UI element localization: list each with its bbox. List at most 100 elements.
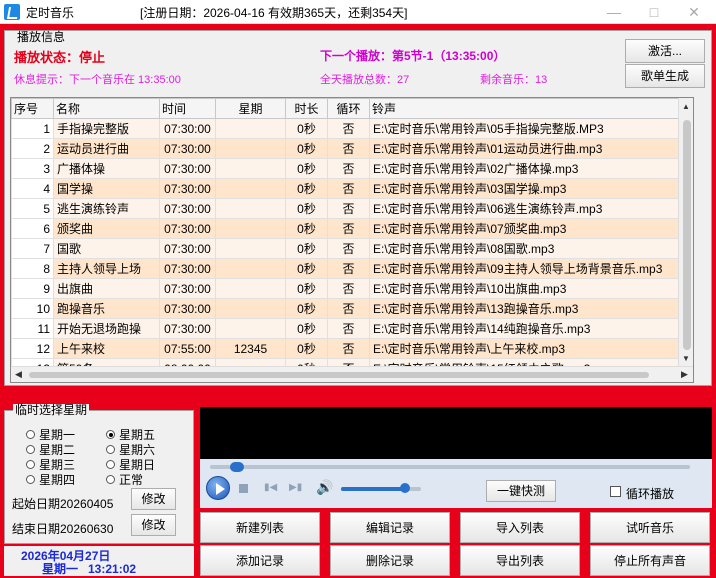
header-loop[interactable]: 循环 — [327, 98, 370, 119]
playback-legend: 播放信息 — [15, 30, 68, 44]
table-row[interactable]: 4 国学操 07:30:00 0秒否 E:\定时音乐\常用铃声\03国学操.mp3 — [11, 178, 693, 199]
remaining-count: 剩余音乐：13 — [480, 74, 548, 86]
cell-time: 07:30:00 — [159, 278, 216, 299]
registration-info: [注册日期：2026-04-16 有效期365天，还剩354天] — [140, 6, 408, 20]
cell-weekday — [215, 298, 286, 319]
add-record-button[interactable]: 添加记录 — [200, 545, 320, 576]
volume-icon[interactable]: 🔊 — [316, 479, 333, 496]
seek-bar[interactable] — [210, 462, 690, 472]
rest-hint: 休息提示：下一个音乐在 13:35:00 — [14, 74, 181, 86]
loop-playback-checkbox[interactable] — [610, 486, 621, 497]
loop-playback-label: 循环播放 — [626, 487, 675, 501]
minimize-icon[interactable]: — — [594, 0, 634, 24]
scroll-down-icon[interactable]: ▼ — [682, 354, 690, 363]
start-date-label: 起始日期20260405 — [12, 497, 114, 511]
cell-ringtone: E:\定时音乐\常用铃声\14纯跑操音乐.mp3 — [369, 318, 693, 339]
weekday-radio-label: 星期四 — [39, 473, 76, 487]
preview-music-button[interactable]: 试听音乐 — [590, 512, 710, 543]
cell-weekday — [215, 138, 286, 159]
radio-icon[interactable] — [26, 460, 35, 469]
table-row[interactable]: 12 上午来校 07:55:00 12345 0秒否 E:\定时音乐\常用铃声\上午来校.… — [11, 338, 693, 359]
cell-time: 07:30:00 — [159, 198, 216, 219]
cell-name: 开始无退场跑操 — [53, 318, 160, 339]
table-row[interactable]: 2 运动员进行曲 07:30:00 0秒否 E:\定时音乐\常用铃声\01运动员进行曲.… — [11, 138, 693, 159]
cell-duration: 0秒 — [285, 218, 328, 239]
scroll-up-icon[interactable]: ▲ — [682, 102, 690, 111]
header-name[interactable]: 名称 — [53, 98, 160, 119]
vertical-scrollbar[interactable]: ▲ ▼ — [678, 98, 693, 366]
modify-start-date-button[interactable]: 修改 — [131, 488, 176, 510]
vertical-scroll-thumb[interactable] — [683, 120, 691, 350]
activate-button[interactable]: 激活... — [625, 39, 705, 63]
cell-ringtone: E:\定时音乐\常用铃声\13跑操音乐.mp3 — [369, 298, 693, 319]
scroll-left-icon[interactable]: ◀ — [15, 369, 22, 380]
quick-test-button[interactable]: 一键快测 — [486, 480, 556, 502]
seek-thumb[interactable] — [230, 462, 244, 472]
cell-duration: 0秒 — [285, 258, 328, 279]
cell-time: 07:30:00 — [159, 218, 216, 239]
radio-icon[interactable] — [26, 475, 35, 484]
stop-icon[interactable] — [239, 484, 248, 493]
schedule-table: 序号 名称 时间 星期 时长 循环 铃声 1 手指操完整版 07:30:00 0秒否 E… — [10, 97, 694, 383]
volume-slider[interactable] — [341, 483, 421, 493]
radio-icon[interactable] — [26, 445, 35, 454]
header-duration[interactable]: 时长 — [285, 98, 328, 119]
generate-playlist-button[interactable]: 歌单生成 — [625, 64, 705, 88]
cell-time: 07:30:00 — [159, 158, 216, 179]
cell-duration: 0秒 — [285, 138, 328, 159]
horizontal-scrollbar[interactable]: ◀ ▶ — [11, 366, 693, 382]
table-row[interactable]: 8 主持人领导上场 07:30:00 0秒否 E:\定时音乐\常用铃声\09主持人领导上… — [11, 258, 693, 279]
header-ringtone[interactable]: 铃声 — [369, 98, 693, 119]
new-list-button[interactable]: 新建列表 — [200, 512, 320, 543]
cell-ringtone: E:\定时音乐\常用铃声\03国学操.mp3 — [369, 178, 693, 199]
header-time[interactable]: 时间 — [159, 98, 216, 119]
close-icon[interactable]: ✕ — [674, 0, 714, 24]
cell-weekday — [215, 118, 286, 139]
table-row[interactable]: 3 广播体操 07:30:00 0秒否 E:\定时音乐\常用铃声\02广播体操.mp3 — [11, 158, 693, 179]
next-icon[interactable]: ▶▮ — [289, 482, 302, 493]
radio-icon[interactable] — [26, 430, 35, 439]
previous-icon[interactable]: ▮◀ — [264, 482, 277, 493]
cell-no: 3 — [11, 158, 54, 179]
table-row[interactable]: 5 逃生演练铃声 07:30:00 0秒否 E:\定时音乐\常用铃声\06逃生演练铃声.… — [11, 198, 693, 219]
import-list-button[interactable]: 导入列表 — [460, 512, 580, 543]
cell-time: 07:30:00 — [159, 178, 216, 199]
cell-name: 颁奖曲 — [53, 218, 160, 239]
table-row[interactable]: 6 颁奖曲 07:30:00 0秒否 E:\定时音乐\常用铃声\07颁奖曲.mp3 — [11, 218, 693, 239]
horizontal-scroll-thumb[interactable] — [29, 372, 649, 378]
cell-ringtone: E:\定时音乐\常用铃声\01运动员进行曲.mp3 — [369, 138, 693, 159]
modify-end-date-button[interactable]: 修改 — [131, 514, 176, 536]
cell-name: 上午来校 — [53, 338, 160, 359]
cell-no: 4 — [11, 178, 54, 199]
table-row[interactable]: 10 跑操音乐 07:30:00 0秒否 E:\定时音乐\常用铃声\13跑操音乐.mp3 — [11, 298, 693, 319]
delete-record-button[interactable]: 删除记录 — [330, 545, 450, 576]
cell-duration: 0秒 — [285, 318, 328, 339]
table-row[interactable]: 1 手指操完整版 07:30:00 0秒否 E:\定时音乐\常用铃声\05手指操完整版.… — [11, 118, 693, 139]
cell-name: 国歌 — [53, 238, 160, 259]
radio-icon[interactable] — [106, 430, 115, 439]
radio-icon[interactable] — [106, 445, 115, 454]
weekday-radio-label: 正常 — [119, 473, 144, 487]
weekday-radio-8[interactable]: 正常 — [106, 471, 143, 488]
volume-thumb[interactable] — [400, 483, 410, 493]
table-row[interactable]: 7 国歌 07:30:00 0秒否 E:\定时音乐\常用铃声\08国歌.mp3 — [11, 238, 693, 259]
cell-duration: 0秒 — [285, 238, 328, 259]
table-row[interactable]: 9 出旗曲 07:30:00 0秒否 E:\定时音乐\常用铃声\10出旗曲.mp3 — [11, 278, 693, 299]
maximize-icon[interactable]: □ — [634, 0, 674, 24]
cell-ringtone: E:\定时音乐\常用铃声\05手指操完整版.MP3 — [369, 118, 693, 139]
cell-duration: 0秒 — [285, 338, 328, 359]
edit-record-button[interactable]: 编辑记录 — [330, 512, 450, 543]
radio-icon[interactable] — [106, 460, 115, 469]
play-icon[interactable] — [206, 476, 230, 500]
header-weekday[interactable]: 星期 — [215, 98, 286, 119]
cell-name: 出旗曲 — [53, 278, 160, 299]
weekday-radio-4[interactable]: 星期四 — [26, 471, 75, 488]
stop-all-sounds-button[interactable]: 停止所有声音 — [590, 545, 710, 576]
header-no[interactable]: 序号 — [11, 98, 54, 119]
next-playback: 下一个播放：第5节-1（13:35:00） — [320, 49, 506, 63]
scroll-right-icon[interactable]: ▶ — [681, 369, 688, 380]
table-row[interactable]: 11 开始无退场跑操 07:30:00 0秒否 E:\定时音乐\常用铃声\14纯跑操音乐… — [11, 318, 693, 339]
cell-no: 2 — [11, 138, 54, 159]
radio-icon[interactable] — [106, 475, 115, 484]
export-list-button[interactable]: 导出列表 — [460, 545, 580, 576]
